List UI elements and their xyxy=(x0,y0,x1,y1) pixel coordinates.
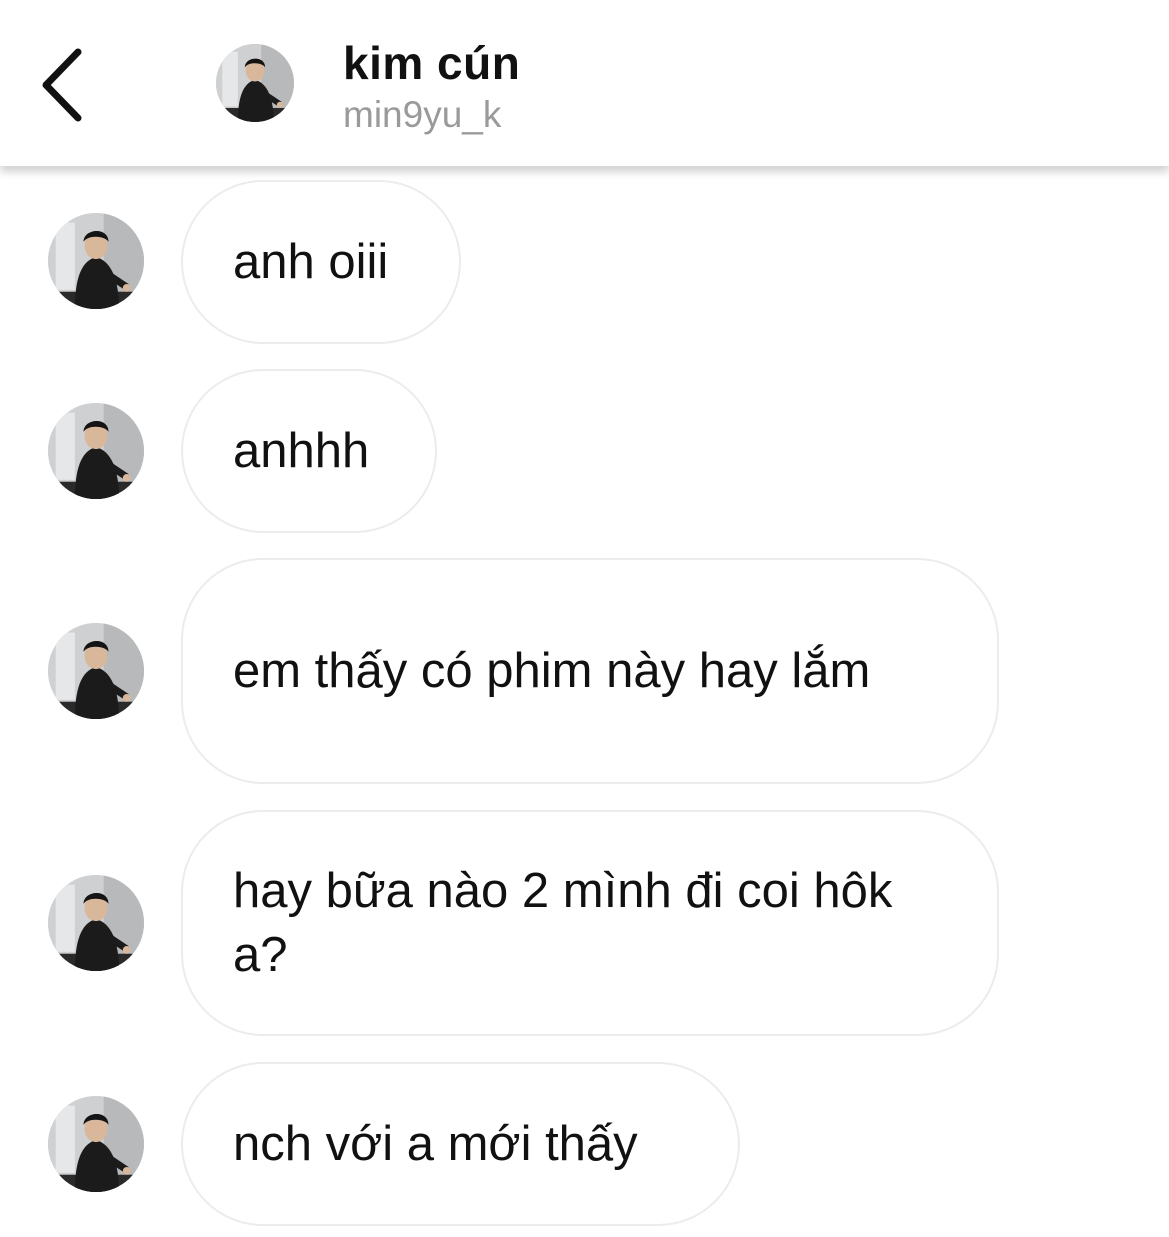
message-text: em thấy có phim này hay lắm xyxy=(233,644,871,698)
avatar[interactable] xyxy=(216,44,294,122)
message-text: nch với a mới thấy xyxy=(233,1117,638,1171)
sender-avatar[interactable] xyxy=(48,403,144,499)
message-text: hay bữa nào 2 mình đi coi hôk a? xyxy=(233,864,893,982)
message-bubble[interactable]: anh oiii xyxy=(181,180,461,344)
sender-avatar[interactable] xyxy=(48,875,144,971)
message-text: anh oiii xyxy=(233,235,389,289)
sender-avatar[interactable] xyxy=(48,1096,144,1192)
chevron-left-icon xyxy=(42,48,82,122)
chat-header: kim cún min9yu_k xyxy=(0,0,1169,166)
contact-username: min9yu_k xyxy=(343,94,502,135)
sender-avatar[interactable] xyxy=(48,623,144,719)
message-text: anhhh xyxy=(233,424,370,478)
message-bubble[interactable]: nch với a mới thấy xyxy=(181,1062,740,1226)
contact-name[interactable]: kim cún xyxy=(343,36,520,90)
sender-avatar[interactable] xyxy=(48,213,144,309)
message-bubble[interactable]: em thấy có phim này hay lắm xyxy=(181,558,999,784)
message-bubble[interactable]: anhhh xyxy=(181,369,437,533)
message-bubble[interactable]: hay bữa nào 2 mình đi coi hôk a? xyxy=(181,810,999,1036)
back-button[interactable] xyxy=(30,40,100,130)
